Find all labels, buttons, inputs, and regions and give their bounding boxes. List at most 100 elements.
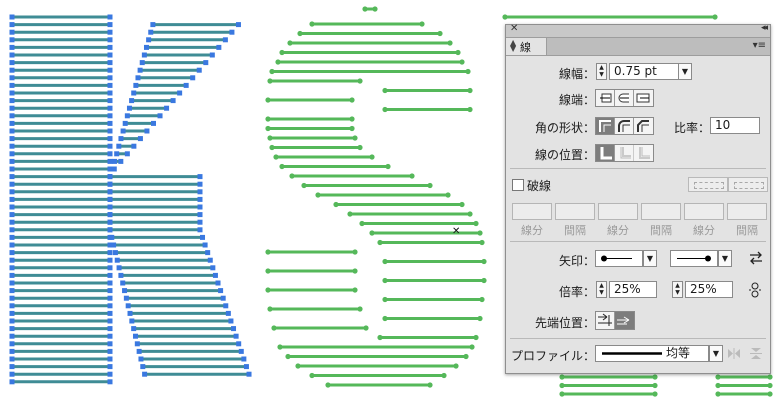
anchor-point[interactable] [459,59,465,65]
anchor-point[interactable] [463,353,469,360]
anchor-point[interactable] [369,230,375,236]
anchor-point[interactable] [359,220,365,227]
anchor-point[interactable] [9,22,15,28]
anchor-point[interactable] [135,75,141,81]
anchor-point[interactable] [295,363,301,369]
anchor-point[interactable] [9,234,15,240]
anchor-point[interactable] [236,341,242,347]
anchor-point[interactable] [652,382,658,389]
anchor-point[interactable] [114,151,120,157]
anchor-point[interactable] [196,67,202,73]
anchor-point[interactable] [238,348,244,354]
anchor-point[interactable] [269,144,275,151]
anchor-point[interactable] [107,295,113,301]
anchor-point[interactable] [107,272,113,278]
anchor-point[interactable] [220,295,226,301]
anchor-point[interactable] [215,280,221,286]
tab-stroke[interactable]: ▲ ▼ 線 [506,38,547,55]
anchor-point[interactable] [203,60,209,66]
anchor-point[interactable] [459,201,465,208]
gap-input-2[interactable] [641,203,681,220]
anchor-point[interactable] [9,52,15,58]
anchor-point[interactable] [112,250,118,256]
anchor-point[interactable] [382,296,388,303]
anchor-point[interactable] [9,75,15,81]
anchor-point[interactable] [9,348,15,354]
anchor-point[interactable] [190,75,196,81]
anchor-point[interactable] [118,158,124,164]
anchor-point[interactable] [9,166,15,172]
link-scale-icon[interactable] [748,282,762,298]
anchor-point[interactable] [9,158,15,164]
anchor-point[interactable] [107,326,113,332]
anchor-point[interactable] [223,303,229,309]
anchor-point[interactable] [9,371,15,377]
anchor-point[interactable] [127,310,133,316]
anchor-point[interactable] [357,144,363,151]
arrow-beyond-end-button[interactable] [596,312,615,329]
anchor-point[interactable] [9,189,15,195]
anchor-point[interactable] [271,325,277,331]
anchor-point[interactable] [107,364,113,370]
anchor-point[interactable] [107,14,113,20]
anchor-point[interactable] [131,143,137,149]
anchor-point[interactable] [441,372,447,379]
anchor-point[interactable] [120,280,126,286]
anchor-point[interactable] [107,303,113,309]
anchor-point[interactable] [447,40,453,46]
anchor-point[interactable] [9,105,15,111]
anchor-point[interactable] [479,239,485,246]
anchor-point[interactable] [183,82,189,88]
anchor-point[interactable] [559,374,565,380]
anchor-point[interactable] [767,382,773,389]
anchor-point[interactable] [715,382,721,389]
anchor-point[interactable] [352,268,358,274]
anchor-point[interactable] [107,227,113,233]
anchor-point[interactable] [212,272,218,278]
anchor-point[interactable] [349,125,355,132]
anchor-point[interactable] [9,379,15,385]
anchor-point[interactable] [107,181,113,187]
anchor-point[interactable] [352,249,358,255]
anchor-point[interactable] [9,136,15,142]
anchor-point[interactable] [477,230,483,236]
dash-align-corners-button[interactable] [728,177,768,192]
anchor-point[interactable] [216,44,222,50]
anchor-point[interactable] [382,106,388,113]
anchor-point[interactable] [352,287,358,293]
anchor-point[interactable] [197,196,203,202]
anchor-point[interactable] [177,90,183,96]
anchor-point[interactable] [123,295,129,301]
align-inside-button[interactable] [615,145,634,161]
anchor-point[interactable] [363,325,369,331]
anchor-point[interactable] [228,318,234,324]
anchor-point[interactable] [137,67,143,73]
anchor-point[interactable] [469,344,475,350]
anchor-point[interactable] [267,306,273,312]
anchor-point[interactable] [218,288,224,294]
profile-dropdown[interactable]: ▼ [709,345,723,362]
anchor-point[interactable] [455,49,461,56]
anchor-point[interactable] [289,173,295,179]
end-arrow-dropdown[interactable]: ▼ [718,250,732,267]
anchor-point[interactable] [352,135,358,141]
anchor-point[interactable] [287,40,293,46]
anchor-point[interactable] [481,277,487,284]
anchor-point[interactable] [333,201,339,208]
anchor-point[interactable] [9,44,15,50]
anchor-point[interactable] [143,44,149,50]
limit-input[interactable]: 10 [710,117,760,134]
anchor-point[interactable] [210,265,216,271]
anchor-point[interactable] [107,75,113,81]
anchor-point[interactable] [107,265,113,271]
anchor-point[interactable] [652,374,658,380]
miter-join-button[interactable] [596,118,615,134]
anchor-point[interactable] [265,268,271,274]
anchor-point[interactable] [357,78,363,84]
anchor-point[interactable] [9,257,15,263]
anchor-point[interactable] [9,303,15,309]
anchor-point[interactable] [382,258,388,265]
anchor-point[interactable] [767,374,773,380]
weight-stepper[interactable]: ▲ ▼ [596,63,607,80]
anchor-point[interactable] [309,372,315,379]
